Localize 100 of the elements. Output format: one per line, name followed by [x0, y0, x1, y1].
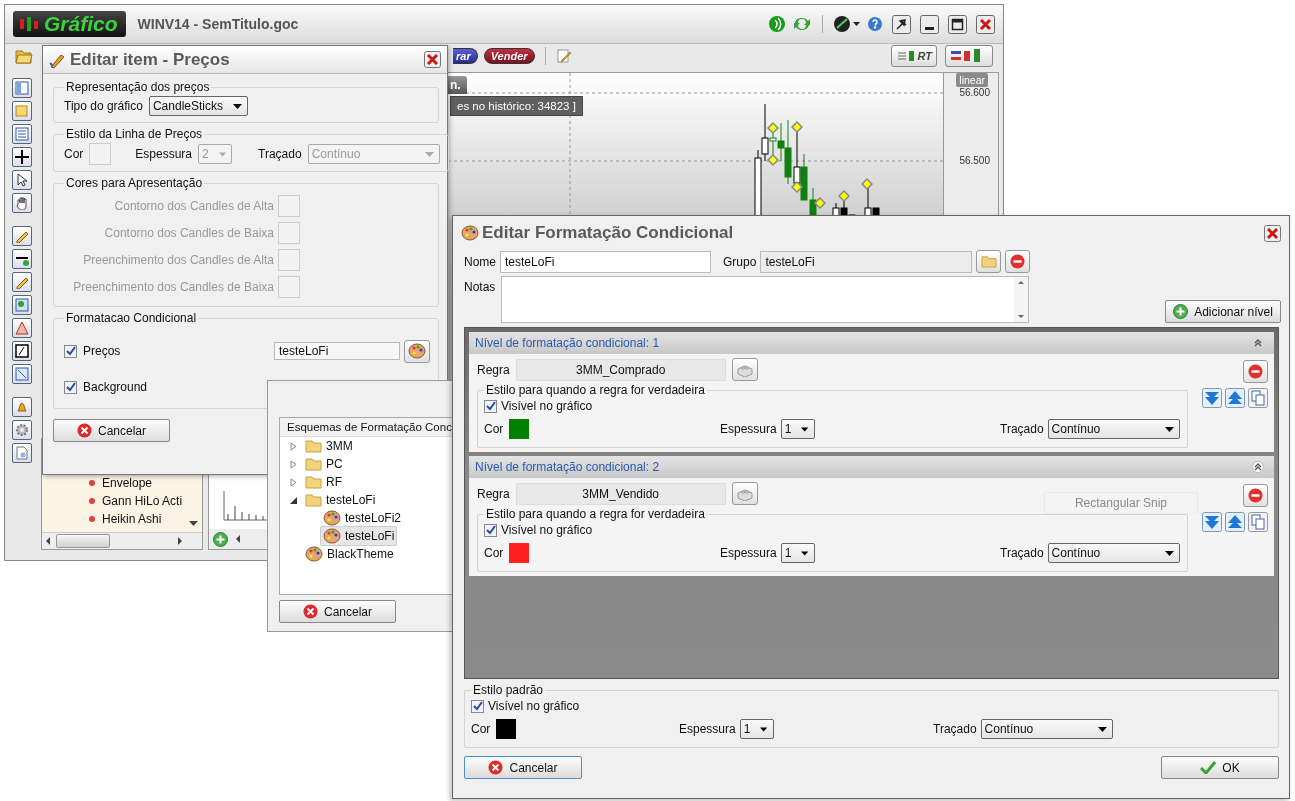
line-style-select[interactable]: Contínuo: [980, 719, 1113, 739]
rule-field[interactable]: 3MM_Vendido: [515, 482, 726, 505]
collapse-icon[interactable]: [1252, 461, 1264, 473]
close-icon[interactable]: [976, 14, 995, 34]
level-header[interactable]: Nível de formatação condicional: 1: [469, 332, 1274, 354]
line-tool-button[interactable]: [12, 249, 32, 269]
help-icon[interactable]: [867, 16, 883, 32]
checkbox[interactable]: [64, 380, 77, 394]
checkbox[interactable]: [484, 523, 497, 537]
tree-item[interactable]: testeLoFi: [320, 526, 398, 546]
frame-tool-button[interactable]: [12, 341, 32, 361]
move-down-icon[interactable]: [1202, 512, 1222, 532]
ok-button[interactable]: OK: [1161, 756, 1279, 779]
checkbox[interactable]: [64, 344, 77, 358]
add-level-button[interactable]: Adicionar nível: [1165, 300, 1281, 323]
tree-item[interactable]: BlackTheme: [302, 545, 397, 563]
tree-item[interactable]: 3MM: [302, 438, 356, 454]
collapse-icon[interactable]: [1252, 337, 1264, 349]
cursor-tool-button[interactable]: [12, 170, 32, 190]
gear-tool-button[interactable]: [12, 420, 32, 440]
minimize-icon[interactable]: [920, 14, 939, 34]
hand-tool-button[interactable]: [12, 193, 32, 213]
remove-level-button[interactable]: [1243, 484, 1268, 507]
chart-type-select[interactable]: CandleSticks: [148, 96, 248, 116]
group-field[interactable]: testeLoFi: [760, 250, 973, 273]
collapsed-arrow-icon[interactable]: [290, 459, 298, 469]
width-select[interactable]: 1: [780, 419, 815, 439]
checkbox[interactable]: [471, 699, 484, 713]
rule-button[interactable]: [731, 482, 758, 505]
color-swatch[interactable]: [509, 543, 530, 563]
tree-item[interactable]: testeLoFi: [302, 492, 379, 508]
cancel-button[interactable]: Cancelar: [53, 419, 170, 442]
square-tool-button[interactable]: [12, 364, 32, 384]
scroll-down-icon[interactable]: [189, 521, 198, 527]
plus-tool-button[interactable]: [12, 147, 32, 167]
line-style-select[interactable]: Contínuo: [1047, 419, 1180, 439]
indicator-item[interactable]: Gann HiLo Acti: [42, 492, 202, 510]
chart-style-button[interactable]: [945, 45, 993, 67]
refresh-icon[interactable]: [792, 15, 812, 33]
name-field[interactable]: testeLoFi: [500, 250, 711, 273]
copy-icon[interactable]: [1248, 512, 1268, 532]
pencil-tool-button[interactable]: [12, 226, 32, 246]
width-select[interactable]: 1: [780, 543, 815, 563]
triangle-tool-button[interactable]: [12, 318, 32, 338]
move-up-icon[interactable]: [1225, 512, 1245, 532]
color-swatch[interactable]: [89, 143, 112, 165]
indicator-item[interactable]: Envelope: [42, 474, 202, 492]
pencil-icon[interactable]: [555, 48, 572, 64]
order-button[interactable]: Vender: [483, 48, 535, 64]
expanded-arrow-icon[interactable]: [290, 495, 298, 505]
cancel-button[interactable]: Cancelar: [279, 600, 396, 623]
palette-button[interactable]: [404, 339, 430, 363]
checkbox[interactable]: [484, 399, 497, 413]
rule-button[interactable]: [731, 358, 758, 381]
field-label: Espessura: [679, 722, 736, 736]
scheme-field[interactable]: testeLoFi: [274, 342, 400, 360]
color-swatch[interactable]: [496, 719, 517, 739]
page-tool-button[interactable]: [12, 443, 32, 463]
open-folder-icon[interactable]: [15, 48, 33, 64]
bell-tool-button[interactable]: [12, 397, 32, 417]
color-swatch[interactable]: [278, 221, 300, 244]
signal-icon[interactable]: [768, 15, 786, 33]
image-tool-button[interactable]: [12, 295, 32, 315]
pen-tool-button[interactable]: [12, 272, 32, 292]
remove-button[interactable]: [1005, 250, 1031, 273]
rule-field[interactable]: 3MM_Comprado: [515, 358, 726, 381]
maximize-icon[interactable]: [948, 14, 967, 34]
add-icon[interactable]: [213, 531, 228, 547]
folder-button[interactable]: [976, 250, 1002, 273]
realtime-button[interactable]: RT: [890, 45, 937, 67]
notes-field[interactable]: [501, 276, 1030, 323]
tree-item[interactable]: testeLoFi2: [320, 509, 405, 527]
collapsed-arrow-icon[interactable]: [290, 477, 298, 487]
pin-icon[interactable]: [892, 14, 911, 34]
note-tool-button[interactable]: [12, 101, 32, 121]
order-button[interactable]: rar: [453, 48, 478, 64]
cancel-icon: [303, 604, 318, 619]
list-tool-button[interactable]: [12, 124, 32, 144]
color-swatch[interactable]: [278, 194, 300, 217]
tree-item[interactable]: RF: [302, 474, 345, 490]
line-style-select[interactable]: Contínuo: [1047, 543, 1180, 563]
collapsed-arrow-icon[interactable]: [290, 441, 298, 451]
color-swatch[interactable]: [278, 275, 300, 298]
panel-tool-button[interactable]: [12, 78, 32, 98]
level-header[interactable]: Nível de formatação condicional: 2: [469, 456, 1274, 478]
move-up-icon[interactable]: [1225, 388, 1245, 408]
close-icon[interactable]: [424, 51, 441, 68]
close-icon[interactable]: [1264, 224, 1281, 242]
width-select[interactable]: 1: [739, 719, 774, 739]
tree-item[interactable]: PC: [302, 456, 346, 472]
move-down-icon[interactable]: [1202, 388, 1222, 408]
cancel-button[interactable]: Cancelar: [464, 756, 582, 779]
copy-icon[interactable]: [1248, 388, 1268, 408]
horizontal-scrollbar[interactable]: [42, 532, 202, 549]
color-swatch[interactable]: [278, 248, 300, 271]
remove-level-button[interactable]: [1243, 360, 1268, 383]
vertical-scrollbar[interactable]: [1014, 277, 1029, 322]
field-label: Notas: [464, 280, 496, 294]
indicator-item[interactable]: Heikin Ashi: [42, 510, 202, 528]
color-swatch[interactable]: [509, 419, 530, 439]
